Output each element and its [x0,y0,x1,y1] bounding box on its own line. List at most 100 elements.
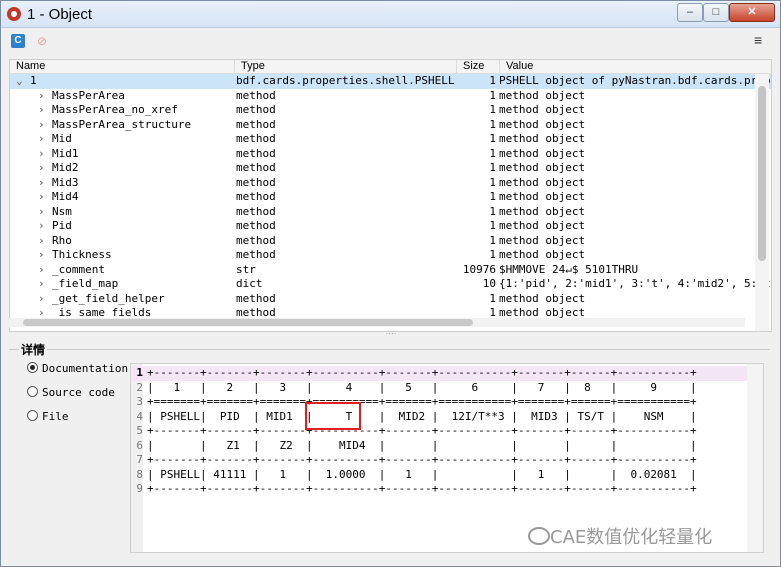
row-name: MassPerArea [52,88,125,102]
tree-row[interactable]: › Rho method 1 method object [10,234,771,249]
object-tree: Name Type Size Value ⌄ 1 bdf.cards.propert… [9,59,772,332]
chevron-right-icon[interactable]: › [38,219,52,234]
options-menu-icon[interactable]: ≡ [754,33,768,47]
chevron-right-icon[interactable]: › [38,89,52,104]
row-name-cell: › Pid [10,219,262,234]
row-size: 1 [489,219,496,232]
tree-row[interactable]: › MassPerArea method 1 method object [10,89,771,104]
horizontal-scroll-thumb[interactable] [23,319,473,326]
line-text: +-------+-------+-------+----------+----… [147,366,697,379]
tree-row[interactable]: › Mid method 1 method object [10,132,771,147]
object-viewer-window: 1 - Object ‒ □ ✕ C ⊘ ≡ Name Type Size Va… [0,0,781,567]
line-text: +=======+=======+=======+==========+====… [147,395,697,408]
tree-row[interactable]: › Mid3 method 1 method object [10,176,771,191]
tree-header: Name Type Size Value [10,60,771,74]
editor-line: 4 | PSHELL| PID | MID1 | T | MID2 | 12I/T… [131,410,763,425]
maximize-button[interactable]: □ [703,3,729,22]
column-type-header[interactable]: Type [234,60,456,73]
chevron-right-icon[interactable]: › [38,248,52,263]
line-number: 6 [136,438,143,452]
radio-label: Documentation [42,362,129,375]
tree-row[interactable]: › MassPerArea_structure method 1 method obje… [10,118,771,133]
row-value: method object [499,117,586,131]
tree-row[interactable]: › _field_map dict 10 {1:'pid', 2:'mid1', 3:'… [10,277,771,292]
row-type: bdf.cards.properties.shell.PSHELL [236,74,455,87]
row-name: _get_field_helper [52,291,165,305]
radio-file[interactable]: File [27,409,69,425]
row-value: method object [499,88,586,102]
row-size: 1 [489,74,496,87]
row-type: method [236,248,276,261]
column-name-header[interactable]: Name [10,60,234,73]
row-name-cell: › Mid1 [10,147,262,162]
splitter-handle[interactable]: ···· [381,330,401,338]
line-text: | PSHELL| 41111 | 1 | 1.0000 | 1 | | 1 |… [147,467,697,481]
radio-source-code[interactable]: Source code [27,385,115,401]
row-name: _field_map [52,277,119,290]
row-type: method [236,204,276,218]
column-value-header[interactable]: Value [499,60,771,73]
row-name-cell: › Mid3 [10,176,262,191]
horizontal-scrollbar[interactable] [9,318,745,327]
row-size: 10 [482,277,496,290]
tree-row[interactable]: › _comment str 10976 $HMMOVE 24↵$ 5101THRU [10,263,771,278]
vertical-scrollbar[interactable] [755,74,769,331]
spyder-app-icon [7,7,21,21]
chevron-right-icon[interactable]: › [38,190,52,205]
column-size-header[interactable]: Size [456,60,499,73]
row-type: method [236,291,276,305]
row-name-cell: › _get_field_helper [10,292,262,307]
row-name-cell: › Nsm [10,205,262,220]
tree-row[interactable]: › Nsm method 1 method object [10,205,771,220]
hide-special-attributes-icon[interactable]: ⊘ [37,34,51,48]
row-type: method [236,233,276,247]
editor-scrollbar[interactable] [747,364,763,552]
chevron-right-icon[interactable]: › [38,161,52,176]
tree-row[interactable]: › Pid method 1 method object [10,219,771,234]
tree-row[interactable]: › _get_field_helper method 1 method object [10,292,771,307]
row-name: MassPerArea_no_xref [52,103,178,116]
row-value: method object [499,175,586,189]
radio-dot-icon[interactable] [27,362,38,373]
row-name: Rho [52,233,72,247]
radio-documentation[interactable]: Documentation [27,361,128,377]
tree-row[interactable]: › Mid4 method 1 method object [10,190,771,205]
line-number: 4 [136,409,143,423]
vertical-scroll-thumb[interactable] [758,86,766,261]
chevron-right-icon[interactable]: › [38,205,52,220]
chevron-right-icon[interactable]: › [38,292,52,307]
row-name: 1 [30,74,37,87]
line-text: | 1 | 2 | 3 | 4 | 5 | 6 | 7 | 8 | 9 | [147,380,697,394]
radio-dot-icon[interactable] [27,386,38,397]
chevron-right-icon[interactable]: › [38,277,52,292]
row-type: method [236,146,276,160]
row-size: 1 [489,175,496,189]
chevron-right-icon[interactable]: › [38,147,52,162]
tree-row[interactable]: › Mid1 method 1 method object [10,147,771,162]
line-text: +-------+-------+-------+----------+----… [147,453,697,466]
row-name: Nsm [52,204,72,218]
chevron-right-icon[interactable]: › [38,118,52,133]
close-button[interactable]: ✕ [729,3,775,22]
tree-row[interactable]: › Mid2 method 1 method object [10,161,771,176]
row-size: 1 [489,132,496,145]
editor-line: 5 +-------+-------+-------+----------+---… [131,424,763,439]
minimize-button[interactable]: ‒ [677,3,703,22]
tree-row[interactable]: › Thickness method 1 method object [10,248,771,263]
radio-dot-icon[interactable] [27,410,38,421]
tree-row[interactable]: › MassPerArea_no_xref method 1 method object [10,103,771,118]
chevron-right-icon[interactable]: › [38,263,52,278]
chevron-right-icon[interactable]: › [38,176,52,191]
chevron-down-icon[interactable]: ⌄ [16,74,30,89]
chevron-right-icon[interactable]: › [38,103,52,118]
chevron-right-icon[interactable]: › [38,234,52,249]
tree-row[interactable]: ⌄ 1 bdf.cards.properties.shell.PSHELL 1 PSHE… [10,74,771,89]
row-value: $HMMOVE 24↵$ 5101THRU [499,262,639,276]
editor-line: 8 | PSHELL| 41111 | 1 | 1.0000 | 1 | | 1 … [131,468,763,483]
row-size: 1 [489,233,496,247]
row-type: method [236,132,276,145]
show-callables-icon[interactable]: C [11,34,25,48]
row-size: 1 [489,103,496,116]
chevron-right-icon[interactable]: › [38,132,52,147]
row-size: 1 [489,161,496,174]
